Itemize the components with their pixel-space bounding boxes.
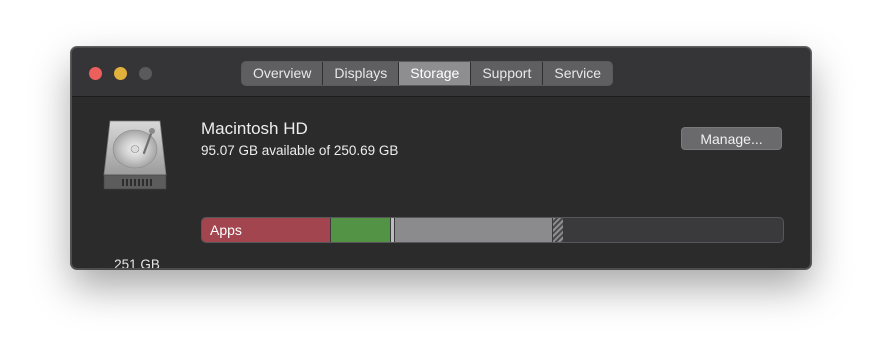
close-button[interactable]	[89, 67, 102, 80]
zoom-button	[139, 67, 152, 80]
disk-size: 251 GB	[114, 257, 160, 269]
storage-segment-purgeable[interactable]	[553, 218, 563, 242]
title-bar: Overview Displays Storage Support Servic…	[72, 48, 810, 97]
hard-drive-icon	[103, 120, 167, 190]
tab-storage[interactable]: Storage	[399, 62, 472, 85]
storage-usage-bar: Apps	[201, 217, 784, 243]
storage-segment-label: Apps	[210, 222, 242, 238]
minimize-button[interactable]	[114, 67, 127, 80]
tab-overview[interactable]: Overview	[242, 62, 324, 85]
storage-pane: 251 GB Flash Storage Macintosh HD 95.07 …	[72, 97, 810, 268]
storage-segment-apps[interactable]: Apps	[202, 218, 330, 242]
tab-service[interactable]: Service	[543, 62, 612, 85]
storage-segment-light[interactable]	[391, 218, 394, 242]
storage-segment-gray[interactable]	[395, 218, 552, 242]
manage-button[interactable]: Manage...	[681, 127, 782, 150]
tab-support[interactable]: Support	[471, 62, 544, 85]
storage-segment-green[interactable]	[331, 218, 390, 242]
tab-bar: Overview Displays Storage Support Servic…	[241, 61, 614, 86]
volume-available: 95.07 GB available of 250.69 GB	[201, 143, 399, 158]
tab-displays[interactable]: Displays	[323, 62, 400, 85]
about-this-mac-window: Overview Displays Storage Support Servic…	[71, 47, 811, 269]
volume-name: Macintosh HD	[201, 119, 308, 138]
